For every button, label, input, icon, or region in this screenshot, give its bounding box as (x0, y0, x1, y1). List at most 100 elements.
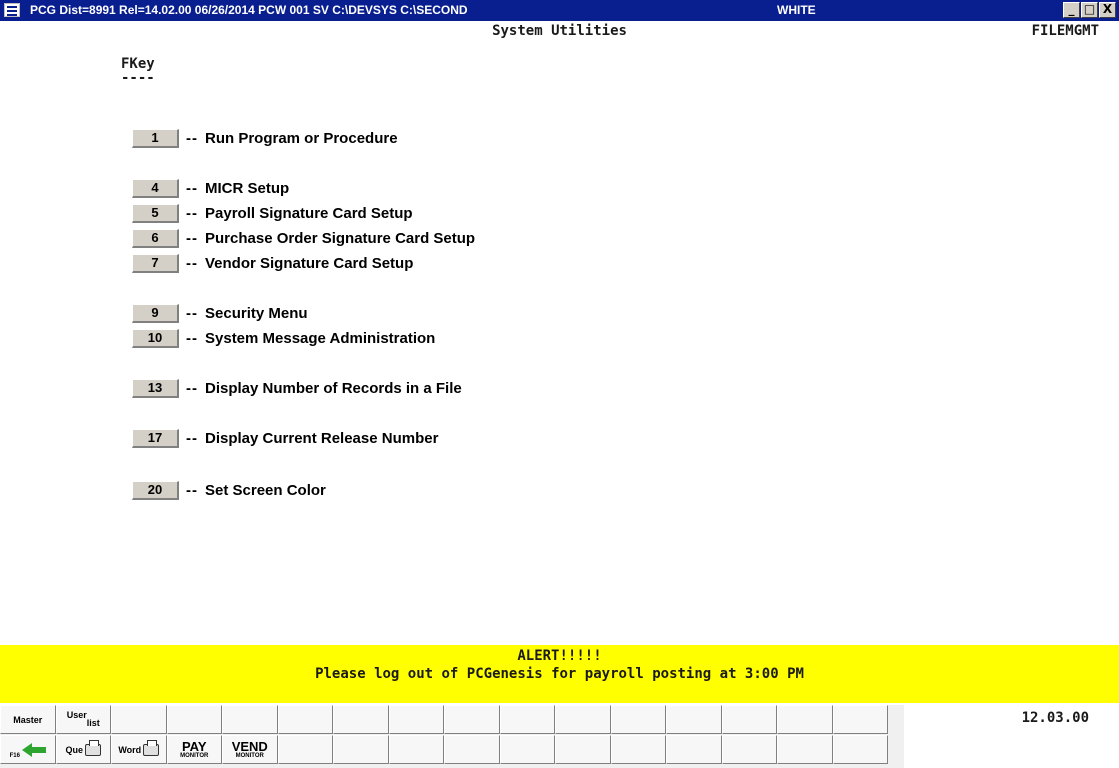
fkey-1-button[interactable]: 1 (132, 128, 179, 148)
master-label: Master (13, 714, 43, 725)
empty-button-13[interactable] (777, 705, 833, 734)
close-button[interactable]: X (1099, 2, 1116, 18)
window-controls: _ □ X (1063, 2, 1116, 18)
empty-button-25[interactable] (832, 735, 888, 764)
color-scheme-label: WHITE (777, 3, 816, 17)
fkey-rule: ---- (121, 70, 155, 86)
clock-time: 12.03.00 (1021, 710, 1089, 726)
menu-item-po-signature: 6 -- Purchase Order Signature Card Setup (132, 228, 475, 248)
word-print-button[interactable]: Word (111, 735, 167, 764)
vend-label: VEND (231, 738, 268, 754)
fkey-13-button[interactable]: 13 (132, 378, 179, 398)
empty-button-24[interactable] (777, 735, 833, 764)
empty-button-20[interactable] (555, 735, 611, 764)
empty-button-5[interactable] (333, 705, 389, 734)
empty-button-9[interactable] (555, 705, 611, 734)
menu-separator: -- (186, 481, 198, 499)
menu-label: MICR Setup (205, 179, 290, 197)
vend-monitor-button[interactable]: VEND MONITOR (222, 735, 278, 764)
pay-label: PAY (181, 738, 207, 754)
fkey-7-button[interactable]: 7 (132, 253, 179, 273)
menu-label: Payroll Signature Card Setup (205, 204, 413, 222)
empty-button-16[interactable] (333, 735, 389, 764)
fkey-6-button[interactable]: 6 (132, 228, 179, 248)
empty-button-3[interactable] (222, 705, 278, 734)
fkey-5-button[interactable]: 5 (132, 203, 179, 223)
menu-separator: -- (186, 204, 198, 222)
que-label: Que (65, 744, 83, 755)
printer-icon (85, 739, 101, 756)
alert-title: ALERT!!!!! (517, 648, 602, 664)
app-menu-icon[interactable] (4, 3, 20, 17)
vend-sub-label: MONITOR (235, 752, 264, 759)
pay-monitor-button[interactable]: PAY MONITOR (166, 735, 222, 764)
word-label: Word (118, 744, 142, 755)
screen-id: FILEMGMT (1031, 23, 1099, 39)
maximize-button[interactable]: □ (1081, 2, 1098, 18)
f16-label: F16 (9, 752, 20, 759)
menu-label: Vendor Signature Card Setup (205, 254, 414, 272)
fkey-10-button[interactable]: 10 (132, 328, 179, 348)
menu-label: Run Program or Procedure (205, 129, 398, 147)
menu-item-run-program: 1 -- Run Program or Procedure (132, 128, 398, 148)
menu-item-payroll-signature: 5 -- Payroll Signature Card Setup (132, 203, 413, 223)
empty-button-2[interactable] (166, 705, 222, 734)
empty-button-17[interactable] (388, 735, 444, 764)
menu-label: Display Current Release Number (205, 429, 439, 447)
fkey-4-button[interactable]: 4 (132, 178, 179, 198)
empty-button-8[interactable] (499, 705, 555, 734)
empty-button-14[interactable] (832, 705, 888, 734)
user-list-button[interactable]: User list (55, 705, 111, 734)
empty-button-18[interactable] (444, 735, 500, 764)
empty-button-10[interactable] (610, 705, 666, 734)
bottom-toolbar: Master User list F16 Que Word PAY MONITO… (0, 705, 904, 768)
menu-item-release-number: 17 -- Display Current Release Number (132, 428, 438, 448)
toolbar-row-1: Master User list (0, 705, 888, 734)
empty-button-21[interactable] (610, 735, 666, 764)
empty-button-12[interactable] (721, 705, 777, 734)
page-title: System Utilities (492, 23, 627, 39)
empty-button-11[interactable] (666, 705, 722, 734)
menu-separator: -- (186, 379, 198, 397)
fkey-17-button[interactable]: 17 (132, 428, 179, 448)
menu-separator: -- (186, 329, 198, 347)
menu-item-security-menu: 9 -- Security Menu (132, 303, 308, 323)
menu-item-micr-setup: 4 -- MICR Setup (132, 178, 289, 198)
menu-label: Set Screen Color (205, 481, 326, 499)
menu-separator: -- (186, 229, 198, 247)
window-title: PCG Dist=8991 Rel=14.02.00 06/26/2014 PC… (30, 3, 468, 17)
empty-button-4[interactable] (277, 705, 333, 734)
pay-sub-label: MONITOR (180, 752, 209, 759)
back-arrow-icon (21, 742, 46, 757)
empty-button-1[interactable] (111, 705, 167, 734)
empty-button-23[interactable] (721, 735, 777, 764)
que-print-button[interactable]: Que (55, 735, 111, 764)
menu-separator: -- (186, 304, 198, 322)
user-list-label-b: list (86, 717, 100, 728)
menu-separator: -- (186, 429, 198, 447)
printer-icon (143, 739, 160, 756)
empty-button-6[interactable] (388, 705, 444, 734)
empty-button-19[interactable] (499, 735, 555, 764)
minimize-button[interactable]: _ (1063, 2, 1080, 18)
menu-label: System Message Administration (205, 329, 436, 347)
fkey-9-button[interactable]: 9 (132, 303, 179, 323)
alert-banner: ALERT!!!!! Please log out of PCGenesis f… (0, 645, 1119, 703)
empty-button-15[interactable] (277, 735, 333, 764)
empty-button-22[interactable] (666, 735, 722, 764)
menu-label: Security Menu (205, 304, 308, 322)
menu-separator: -- (186, 129, 198, 147)
empty-button-7[interactable] (444, 705, 500, 734)
fkey-20-button[interactable]: 20 (132, 480, 179, 500)
user-list-label-a: User (66, 709, 87, 720)
master-button[interactable]: Master (0, 705, 56, 734)
menu-item-record-count: 13 -- Display Number of Records in a Fil… (132, 378, 462, 398)
toolbar-row-2: F16 Que Word PAY MONITOR VEND MONITOR (0, 735, 888, 764)
menu-separator: -- (186, 179, 198, 197)
menu-separator: -- (186, 254, 198, 272)
vend-monitor-stack: VEND MONITOR (231, 738, 268, 759)
menu-label: Display Number of Records in a File (205, 379, 462, 397)
pay-monitor-stack: PAY MONITOR (180, 738, 209, 759)
f16-back-button[interactable]: F16 (0, 735, 56, 764)
menu-label: Purchase Order Signature Card Setup (205, 229, 476, 247)
